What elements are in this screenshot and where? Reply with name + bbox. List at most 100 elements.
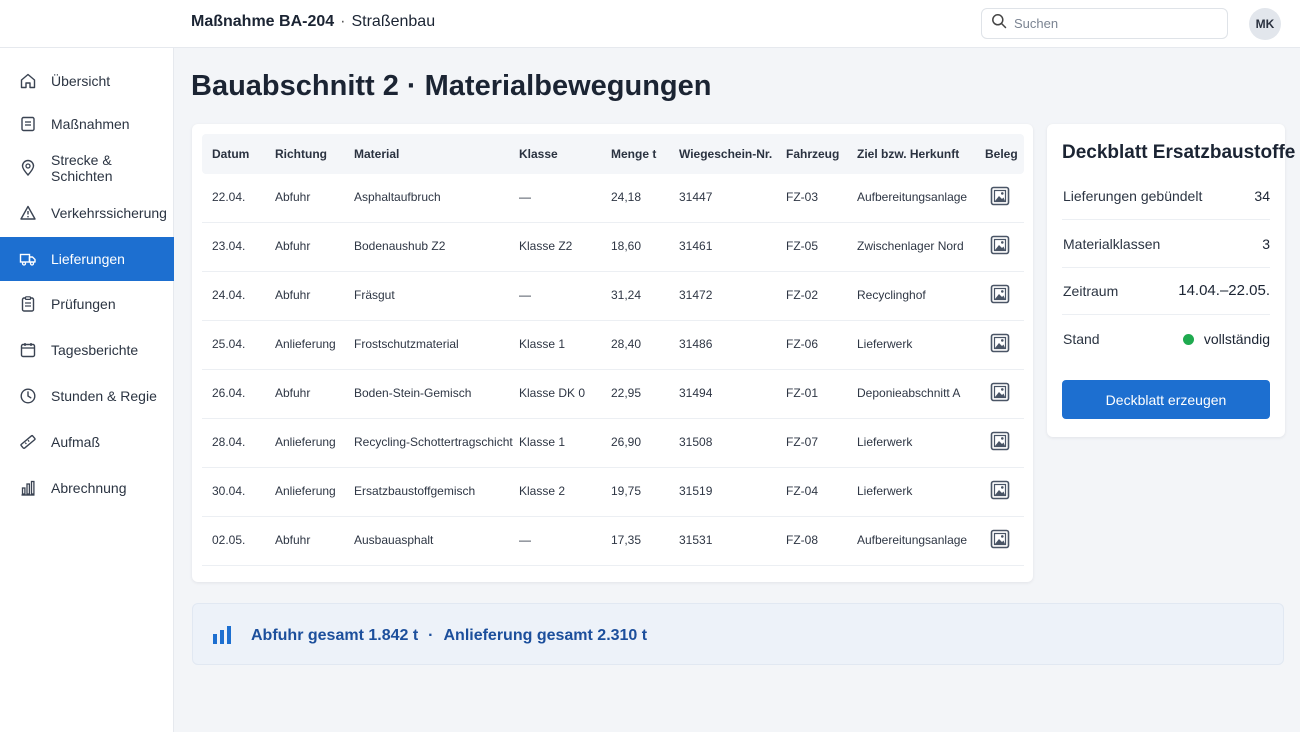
status-badge: vollständig <box>1182 331 1270 347</box>
sidebar-item-pruefungen[interactable]: Prüfungen <box>0 282 174 326</box>
table-row[interactable]: 23.04. Abfuhr Bodenaushub Z2 Klasse Z2 18,60… <box>202 223 1024 272</box>
cell-menge: 28,40 <box>611 337 642 351</box>
cell-wiegeschein: 31447 <box>679 190 713 204</box>
status-dot-icon <box>1182 334 1194 345</box>
cell-menge: 24,18 <box>611 190 642 204</box>
column-header-material[interactable]: Material <box>354 147 399 161</box>
summary-row-lieferungen: Lieferungen gebündelt 34 <box>1062 172 1270 220</box>
sidebar-item-tagesberichte[interactable]: Tagesberichte <box>0 328 174 372</box>
sidebar-item-massnahmen[interactable]: Maßnahmen <box>0 102 174 146</box>
table-row[interactable]: 24.04. Abfuhr Fräsgut — 31,24 31472 FZ-02 Recyc… <box>202 272 1024 321</box>
total-anlieferung: Anlieferung gesamt 2.310 t <box>443 627 648 644</box>
sidebar-item-aufmass[interactable]: Aufmaß <box>0 420 174 464</box>
cover-sheet-card: Deckblatt Ersatzbaustoffe Lieferungen ge… <box>1047 124 1295 437</box>
status-text: vollständig <box>1203 331 1270 347</box>
cell-fahrzeug: FZ-01 <box>786 386 819 400</box>
column-header-beleg[interactable]: Beleg <box>985 147 1018 161</box>
cell-wiegeschein: 31531 <box>679 533 713 547</box>
table-row[interactable]: 26.04. Abfuhr Boden-Stein-Gemisch Klasse DK… <box>202 370 1024 419</box>
cell-fahrzeug: FZ-03 <box>786 190 819 204</box>
image-icon[interactable] <box>990 333 1010 353</box>
column-header-datum[interactable]: Datum <box>212 147 249 161</box>
ruler-icon <box>19 433 37 451</box>
cell-datum: 24.04. <box>212 288 246 302</box>
cell-klasse: Klasse 1 <box>519 337 566 351</box>
image-icon[interactable] <box>990 284 1010 304</box>
cell-datum: 30.04. <box>212 484 246 498</box>
cell-ziel: Deponieabschnitt A <box>857 386 961 400</box>
cell-klasse: Klasse DK 0 <box>519 386 586 400</box>
table-row[interactable]: 28.04. Anlieferung Recycling-Schottertrags… <box>202 419 1024 468</box>
image-icon[interactable] <box>990 529 1010 549</box>
cell-ziel: Zwischenlager Nord <box>857 239 964 253</box>
document-icon <box>19 115 37 133</box>
bar-chart-icon <box>19 479 37 497</box>
cell-menge: 22,95 <box>611 386 642 400</box>
sidebar-item-lieferungen[interactable]: Lieferungen <box>0 237 174 281</box>
cell-ziel: Recyclinghof <box>857 288 926 302</box>
cell-richtung: Anlieferung <box>275 435 336 449</box>
totals-separator: · <box>428 627 434 644</box>
cell-klasse: — <box>519 533 531 547</box>
map-pin-icon <box>19 159 37 177</box>
sidebar-item-label: Abrechnung <box>51 480 127 496</box>
cell-ziel: Aufbereitungsanlage <box>857 533 968 547</box>
cell-klasse: — <box>519 190 531 204</box>
column-header-wiegeschein[interactable]: Wiegeschein-Nr. <box>679 147 772 161</box>
search-box[interactable] <box>981 8 1228 39</box>
sidebar-item-uebersicht[interactable]: Übersicht <box>0 59 174 103</box>
cell-richtung: Abfuhr <box>275 288 311 302</box>
avatar[interactable]: MK <box>1249 8 1281 40</box>
image-icon[interactable] <box>990 382 1010 402</box>
table-row[interactable]: 22.04. Abfuhr Asphaltaufbruch — 24,18 31447 FZ… <box>202 174 1024 223</box>
cell-richtung: Abfuhr <box>275 239 311 253</box>
cell-fahrzeug: FZ-02 <box>786 288 819 302</box>
sidebar: Übersicht Maßnahmen Strecke & Schichten … <box>0 48 174 732</box>
summary-value: 3 <box>1262 236 1270 252</box>
cell-richtung: Anlieferung <box>275 484 336 498</box>
table-row[interactable]: 25.04. Anlieferung Frostschutzmaterial Klas… <box>202 321 1024 370</box>
home-icon <box>19 72 37 90</box>
cell-fahrzeug: FZ-08 <box>786 533 819 547</box>
clock-icon <box>19 387 37 405</box>
generate-cover-sheet-button[interactable]: Deckblatt erzeugen <box>1062 380 1270 419</box>
cell-wiegeschein: 31486 <box>679 337 713 351</box>
column-header-fahrzeug[interactable]: Fahrzeug <box>786 147 839 161</box>
table-row[interactable]: 30.04. Anlieferung Ersatzbaustoffgemisch Kl… <box>202 468 1024 517</box>
cell-wiegeschein: 31508 <box>679 435 713 449</box>
cell-menge: 31,24 <box>611 288 642 302</box>
cell-klasse: — <box>519 288 531 302</box>
image-icon[interactable] <box>990 235 1010 255</box>
table-row[interactable]: 02.05. Abfuhr Ausbauasphalt — 17,35 31531 FZ-0… <box>202 517 1024 566</box>
sidebar-item-strecke[interactable]: Strecke & Schichten <box>0 146 174 190</box>
page-title: Bauabschnitt 2 · Materialbewegungen <box>191 70 712 102</box>
column-header-richtung[interactable]: Richtung <box>275 147 327 161</box>
sidebar-item-label: Tagesberichte <box>51 342 139 358</box>
warning-icon <box>19 204 37 222</box>
cell-richtung: Abfuhr <box>275 190 311 204</box>
bar-chart-icon <box>212 625 232 645</box>
top-bar: Maßnahme BA-204 · Straßenbau MK <box>0 0 1300 48</box>
search-input[interactable] <box>1014 16 1214 31</box>
sidebar-item-abrechnung[interactable]: Abrechnung <box>0 466 174 510</box>
column-header-menge[interactable]: Menge t <box>611 147 656 161</box>
table-header: Datum Richtung Material Klasse Menge t W… <box>202 134 1024 174</box>
cell-klasse: Klasse Z2 <box>519 239 573 253</box>
cell-fahrzeug: FZ-05 <box>786 239 819 253</box>
summary-label: Zeitraum <box>1063 283 1119 299</box>
totals-bar: Abfuhr gesamt 1.842 t · Anlieferung gesamt… <box>192 603 1284 665</box>
breadcrumb: Maßnahme BA-204 · Straßenbau <box>191 13 435 31</box>
cell-datum: 28.04. <box>212 435 246 449</box>
sidebar-item-stunden[interactable]: Stunden & Regie <box>0 374 174 418</box>
sidebar-item-verkehrssicherung[interactable]: Verkehrssicherung <box>0 191 174 235</box>
image-icon[interactable] <box>990 186 1010 206</box>
cell-material: Boden-Stein-Gemisch <box>354 386 472 400</box>
image-icon[interactable] <box>990 480 1010 500</box>
image-icon[interactable] <box>990 431 1010 451</box>
column-header-ziel[interactable]: Ziel bzw. Herkunft <box>857 147 959 161</box>
cell-material: Frostschutzmaterial <box>354 337 459 351</box>
column-header-klasse[interactable]: Klasse <box>519 147 558 161</box>
summary-row-materialklassen: Materialklassen 3 <box>1062 220 1270 268</box>
cell-fahrzeug: FZ-07 <box>786 435 819 449</box>
cell-datum: 22.04. <box>212 190 246 204</box>
